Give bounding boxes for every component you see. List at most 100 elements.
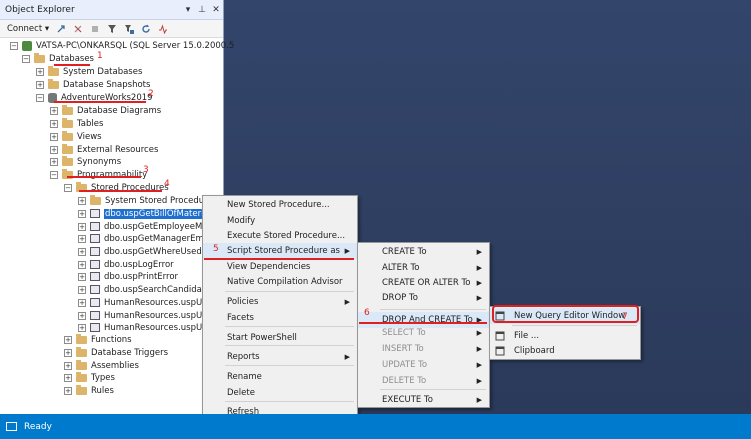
close-icon[interactable]: ✕ [209, 5, 223, 15]
tree-node[interactable]: + Database Diagrams [50, 104, 161, 117]
menu-item[interactable]: Modify [203, 213, 357, 229]
tree-node[interactable]: + Database Snapshots [36, 78, 150, 91]
tree-node-label: Programmability [77, 169, 148, 180]
menu-item[interactable]: DELETE To ▶ [358, 373, 489, 389]
tree-node[interactable]: + HumanResources.uspUpd [78, 296, 213, 309]
menu-item[interactable]: Rename [203, 369, 357, 385]
menu-item[interactable]: UPDATE To ▶ [358, 357, 489, 373]
tree-node[interactable]: − Programmability [50, 168, 147, 181]
expand-icon[interactable]: + [78, 311, 86, 320]
collapse-icon[interactable]: − [10, 41, 18, 50]
tree-node[interactable]: − Stored Procedures [64, 181, 169, 194]
annotation-underline [79, 190, 162, 192]
clipboard-icon [495, 346, 505, 356]
expand-icon[interactable]: + [50, 157, 58, 166]
tree-node[interactable]: + Database Triggers [64, 346, 168, 359]
folder-icon [62, 143, 73, 154]
menu-item-label: Policies [227, 297, 259, 307]
menu-item[interactable]: Execute Stored Procedure... [203, 228, 357, 244]
expand-icon[interactable]: + [50, 145, 58, 154]
menu-item[interactable]: Delete [203, 385, 357, 401]
menu-item[interactable]: DROP To ▶ [358, 290, 489, 306]
expand-icon[interactable]: + [64, 386, 72, 395]
submenu-arrow-icon: ▶ [476, 279, 482, 287]
expand-icon[interactable]: + [50, 132, 58, 141]
procedure-icon [90, 311, 100, 320]
disconnect-icon[interactable] [73, 24, 83, 34]
collapse-icon[interactable]: − [50, 170, 58, 179]
expand-icon[interactable]: + [78, 196, 86, 205]
collapse-icon[interactable]: − [22, 54, 30, 63]
folder-icon [62, 117, 73, 128]
menu-item[interactable]: INSERT To ▶ [358, 341, 489, 357]
menu-item[interactable]: Start PowerShell [203, 330, 357, 346]
menu-separator [380, 309, 486, 310]
menu-item[interactable]: SELECT To ▶ [358, 325, 489, 341]
menu-item[interactable]: Script Stored Procedure as ▶ [203, 243, 357, 259]
tree-node-label: dbo.uspSearchCandidateR [104, 284, 217, 295]
pin-icon[interactable]: ⊥ [195, 5, 209, 15]
stop-icon[interactable] [90, 24, 100, 34]
tree-node-label: dbo.uspLogError [104, 259, 174, 270]
filter-settings-icon[interactable] [124, 24, 135, 34]
object-tree: − VATSA-PC\ONKARSQL (SQL Server 15.0.2000… [0, 38, 234, 414]
tree-node[interactable]: + dbo.uspGetManagerEmplo [78, 232, 217, 245]
procedure-icon [90, 323, 100, 332]
expand-icon[interactable]: + [36, 67, 44, 76]
annotation-underline [54, 101, 146, 103]
collapse-icon[interactable]: − [36, 93, 44, 102]
tree-node[interactable]: + Tables [50, 117, 103, 130]
expand-icon[interactable]: + [64, 335, 72, 344]
menu-item[interactable]: View Dependencies [203, 259, 357, 275]
expand-icon[interactable]: + [78, 222, 86, 231]
tree-node[interactable]: + Views [50, 130, 102, 143]
folder-icon [62, 155, 73, 166]
menu-item[interactable]: CREATE OR ALTER To ▶ [358, 275, 489, 291]
connect-button[interactable]: Connect ▾ [7, 24, 49, 34]
expand-icon[interactable]: + [78, 298, 86, 307]
activity-monitor-icon[interactable] [158, 23, 168, 34]
expand-icon[interactable]: + [50, 119, 58, 128]
tree-node[interactable]: − VATSA-PC\ONKARSQL (SQL Server 15.0.2000… [10, 39, 234, 52]
menu-item[interactable]: ALTER To ▶ [358, 260, 489, 276]
collapse-icon[interactable]: − [64, 183, 72, 192]
tree-node[interactable]: + dbo.uspGetWhereUsedPro [78, 245, 215, 258]
tree-node[interactable]: + Functions [64, 333, 132, 346]
expand-icon[interactable]: + [78, 209, 86, 218]
expand-icon[interactable]: + [78, 272, 86, 281]
tree-node[interactable]: + Rules [64, 384, 114, 397]
tree-node[interactable]: + Synonyms [50, 155, 121, 168]
menu-item[interactable]: Reports ▶ [203, 349, 357, 365]
menu-item[interactable]: File ... [490, 328, 640, 344]
expand-icon[interactable]: + [64, 348, 72, 357]
menu-item[interactable]: EXECUTE To ▶ [358, 392, 489, 408]
tree-node[interactable]: + dbo.uspSearchCandidateR [78, 283, 216, 296]
expand-icon[interactable]: + [64, 373, 72, 382]
tree-node[interactable]: + Types [64, 371, 115, 384]
menu-item[interactable]: CREATE To ▶ [358, 244, 489, 260]
expand-icon[interactable]: + [36, 80, 44, 89]
window-position-icon[interactable]: ▾ [181, 5, 195, 15]
menu-item[interactable]: New Stored Procedure... [203, 197, 357, 213]
menu-item[interactable]: Native Compilation Advisor [203, 274, 357, 290]
expand-icon[interactable]: + [78, 234, 86, 243]
tree-node[interactable]: + dbo.uspGetBillOfMaterials [78, 207, 217, 220]
expand-icon[interactable]: + [78, 285, 86, 294]
tree-node[interactable]: + System Databases [36, 65, 142, 78]
tree-node[interactable]: + dbo.uspPrintError [78, 270, 178, 283]
menu-item[interactable]: Clipboard [490, 343, 640, 359]
tree-node-label: dbo.uspGetManagerEmplo [104, 233, 217, 244]
tree-node[interactable]: + System Stored Procedures [78, 194, 217, 207]
menu-item-label: Script Stored Procedure as [227, 246, 340, 256]
menu-item[interactable]: Facets [203, 310, 357, 326]
connect-icon[interactable] [56, 24, 66, 34]
filter-icon[interactable] [107, 24, 117, 34]
refresh-icon[interactable] [141, 24, 151, 34]
expand-icon[interactable]: + [78, 260, 86, 269]
expand-icon[interactable]: + [64, 361, 72, 370]
expand-icon[interactable]: + [78, 247, 86, 256]
menu-separator [512, 325, 637, 326]
expand-icon[interactable]: + [78, 323, 86, 332]
menu-item[interactable]: Policies ▶ [203, 294, 357, 310]
expand-icon[interactable]: + [50, 106, 58, 115]
